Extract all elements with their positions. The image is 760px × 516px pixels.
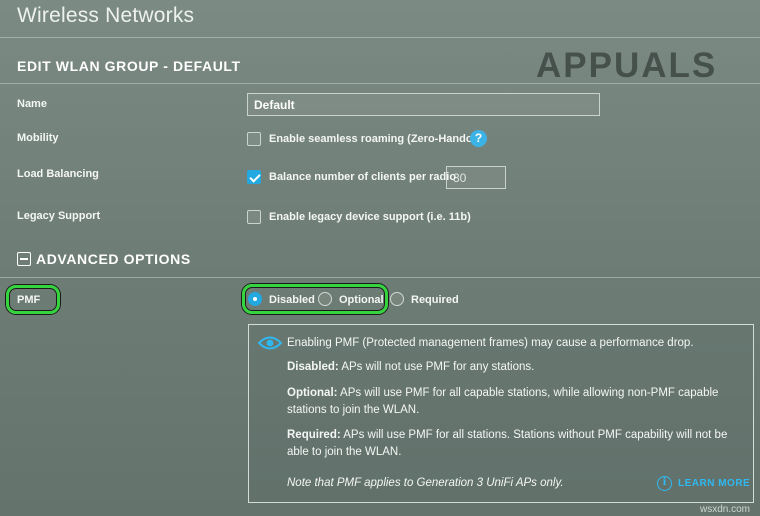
mobility-checkbox-label: Enable seamless roaming (Zero-Handoff) [269,133,484,145]
watermark-site: wsxdn.com [700,504,751,515]
pmf-disabled-label[interactable]: Disabled [269,294,315,306]
info-disabled-term: Disabled: [287,361,339,373]
name-input[interactable] [247,93,600,116]
page-title: Wireless Networks [17,4,195,27]
info-disabled: Disabled: APs will not use PMF for any s… [287,359,747,376]
legacy-support-checkbox-label: Enable legacy device support (i.e. 11b) [269,211,471,223]
info-optional-term: Optional: [287,387,338,399]
load-balancing-checkbox[interactable] [247,170,261,184]
pmf-required-radio[interactable] [390,292,404,306]
pmf-optional-label[interactable]: Optional [339,294,384,306]
section-divider [0,83,760,84]
info-disabled-text: APs will not use PMF for any stations. [338,361,535,373]
pmf-optional-radio[interactable] [318,292,332,306]
info-required-text: APs will use PMF for all stations. Stati… [287,429,728,458]
header-divider [0,37,760,38]
pmf-required-label[interactable]: Required [411,294,459,306]
learn-more-link[interactable]: LEARN MORE [678,478,750,489]
info-optional-text: APs will use PMF for all capable station… [287,387,719,416]
watermark-logo: APPUALS [536,46,718,85]
legacy-support-checkbox[interactable] [247,210,261,224]
mobility-checkbox[interactable] [247,132,261,146]
question-circle-icon[interactable]: ? [470,130,487,147]
pmf-info-box: Enabling PMF (Protected management frame… [248,324,754,503]
section-title: EDIT WLAN GROUP - DEFAULT [17,58,241,74]
legacy-support-label: Legacy Support [17,210,101,222]
advanced-options-title[interactable]: ADVANCED OPTIONS [36,251,191,267]
pmf-label: PMF [17,294,41,306]
name-label: Name [17,98,47,110]
info-optional: Optional: APs will use PMF for all capab… [287,385,747,419]
advanced-divider [0,277,760,278]
clients-per-radio-input[interactable] [446,166,506,189]
info-note: Note that PMF applies to Generation 3 Un… [287,477,564,489]
info-circle-icon[interactable]: i [657,476,672,491]
info-intro: Enabling PMF (Protected management frame… [287,337,694,349]
minus-square-icon[interactable] [17,252,31,266]
info-required-term: Required: [287,429,341,441]
load-balancing-checkbox-label: Balance number of clients per radio [269,171,457,183]
mobility-label: Mobility [17,132,59,144]
eye-icon [258,336,282,350]
pmf-disabled-radio[interactable] [248,292,262,306]
load-balancing-label: Load Balancing [17,168,99,180]
info-required: Required: APs will use PMF for all stati… [287,427,749,461]
